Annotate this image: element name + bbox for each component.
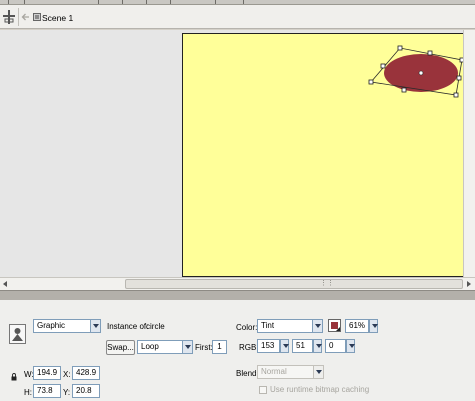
width-input[interactable]: 194.9 — [33, 366, 61, 380]
bitmap-caching-label: Use runtime bitmap caching — [270, 385, 370, 394]
y-input[interactable]: 20.8 — [72, 384, 100, 398]
graphic-symbol-icon — [9, 324, 26, 344]
rgb-green-slider-button[interactable] — [313, 339, 322, 353]
timeline-tick — [8, 0, 9, 4]
vertical-scrollbar[interactable] — [463, 30, 475, 277]
color-mode-select[interactable]: Tint — [257, 319, 313, 333]
rgb-blue-slider-button[interactable] — [346, 339, 355, 353]
timeline-tick — [170, 0, 171, 4]
instance-name: circle — [146, 322, 165, 331]
transform-point[interactable] — [418, 70, 424, 76]
tint-color-swatch[interactable] — [328, 319, 341, 332]
symbol-type-select[interactable]: Graphic — [33, 319, 91, 333]
scroll-grip-icon: ⋮⋮ — [320, 280, 334, 287]
timeline-tick — [24, 0, 25, 4]
height-label: H: — [24, 388, 32, 397]
scene-label[interactable]: Scene 1 — [42, 13, 73, 23]
timeline-tick — [215, 0, 216, 4]
timeline-tick — [122, 0, 123, 4]
loop-mode-select[interactable]: Loop — [137, 340, 183, 354]
y-label: Y: — [63, 388, 71, 397]
rgb-red-input[interactable]: 153 — [257, 339, 280, 353]
timeline-toggle-icon[interactable] — [3, 10, 15, 24]
tint-amount-input[interactable]: 61% — [345, 319, 369, 333]
loop-mode-dropdown-button[interactable] — [182, 340, 193, 354]
height-input[interactable]: 73.8 — [33, 384, 61, 398]
back-arrow-icon[interactable] — [21, 10, 30, 24]
instance-of-label: Instance of: — [107, 322, 149, 331]
color-mode-dropdown-button[interactable] — [312, 319, 323, 333]
timeline-tick — [243, 0, 244, 4]
rgb-green-input[interactable]: 51 — [292, 339, 313, 353]
selected-instance[interactable] — [360, 40, 463, 100]
blend-mode-select[interactable]: Normal — [257, 365, 314, 379]
blend-mode-dropdown-button[interactable] — [313, 365, 324, 379]
symbol-type-dropdown-button[interactable] — [90, 319, 101, 333]
horizontal-scroll-thumb[interactable] — [125, 279, 463, 289]
scroll-left-arrow-icon[interactable] — [3, 281, 8, 287]
edit-bar-divider — [18, 8, 19, 26]
edit-bar: Scene 1 — [0, 5, 475, 29]
timeline-tick — [146, 0, 147, 4]
properties-panel-header[interactable] — [0, 290, 475, 300]
swap-button[interactable]: Swap... — [106, 340, 135, 355]
scene-icon — [33, 13, 41, 21]
lock-icon[interactable] — [11, 373, 17, 381]
color-label: Color: — [236, 323, 258, 332]
x-label: X: — [63, 370, 71, 379]
timeline-tick — [98, 0, 99, 4]
first-frame-input[interactable]: 1 — [212, 340, 227, 354]
properties-panel: Graphic Instance of: circle Swap... Loop… — [0, 300, 475, 401]
scroll-right-arrow-icon[interactable] — [466, 281, 471, 287]
tint-amount-slider-button[interactable] — [369, 319, 378, 333]
x-input[interactable]: 428.9 — [72, 366, 100, 380]
rgb-red-slider-button[interactable] — [280, 339, 289, 353]
blend-label: Blend: — [236, 369, 259, 378]
rgb-blue-input[interactable]: 0 — [325, 339, 346, 353]
bitmap-caching-checkbox[interactable] — [259, 386, 267, 394]
rgb-label: RGB: — [239, 343, 259, 352]
first-frame-label: First: — [195, 343, 213, 352]
